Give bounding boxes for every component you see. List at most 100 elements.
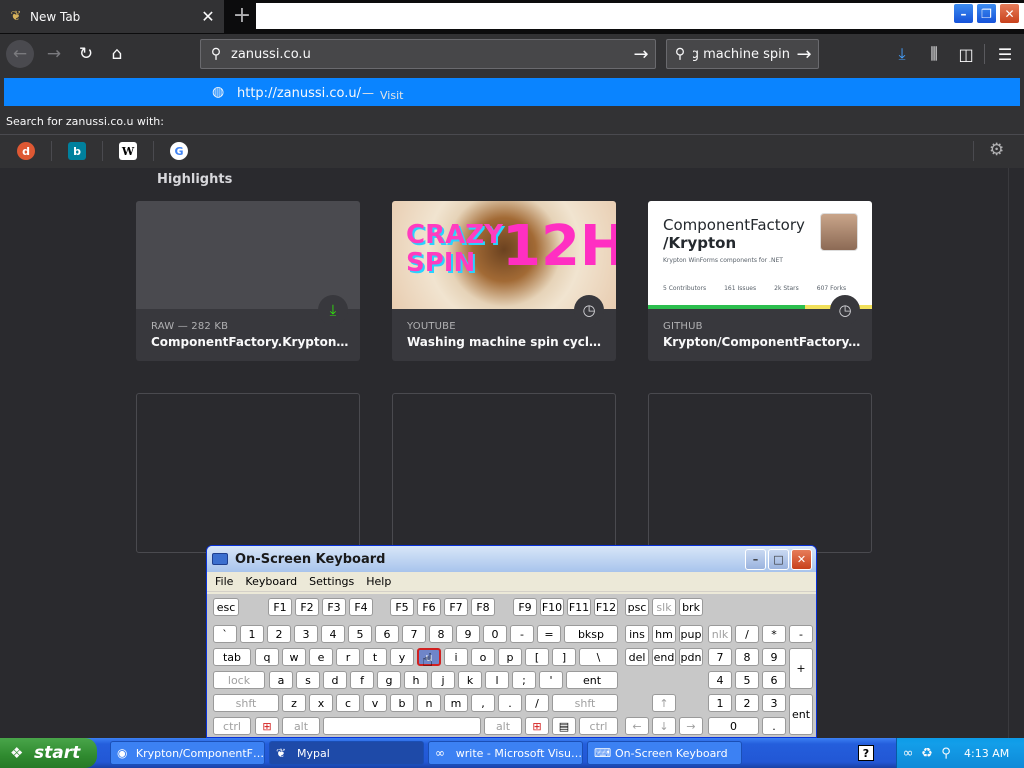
key-h[interactable]: h (404, 671, 428, 689)
key-enter[interactable]: ent (566, 671, 618, 689)
key-numpad-divide[interactable]: / (735, 625, 759, 643)
tray-app-icon[interactable]: ∞ (900, 746, 916, 761)
close-tab-icon[interactable]: ✕ (198, 7, 218, 26)
key-f1[interactable]: F1 (268, 598, 292, 616)
key-numpad-plus[interactable]: + (789, 648, 813, 689)
key-k[interactable]: k (458, 671, 482, 689)
url-input[interactable] (231, 46, 627, 62)
key-lbracket[interactable]: [ (525, 648, 549, 666)
key-numpad-minus[interactable]: - (789, 625, 813, 643)
key-c[interactable]: c (336, 694, 360, 712)
menu-file[interactable]: File (215, 575, 233, 588)
hamburger-menu-icon[interactable]: ☰ (992, 42, 1018, 66)
osk-maximize-button[interactable]: □ (768, 549, 789, 570)
windows-logo-icon[interactable]: ⊞ (525, 717, 549, 735)
context-menu-icon[interactable]: ▤ (552, 717, 576, 735)
google-icon[interactable]: G (170, 142, 188, 160)
search-bar[interactable]: ⚲ → (666, 39, 819, 69)
arrow-left-icon[interactable]: ← (625, 717, 649, 735)
key-f2[interactable]: F2 (295, 598, 319, 616)
key-minus[interactable]: - (510, 625, 534, 643)
windows-logo-icon[interactable]: ⊞ (255, 717, 279, 735)
taskbar-item-osk[interactable]: ⌨ On-Screen Keyboard (587, 741, 742, 765)
key-comma[interactable]: , (471, 694, 495, 712)
key-equals[interactable]: = (537, 625, 561, 643)
key-numpad-6[interactable]: 6 (762, 671, 786, 689)
key-2[interactable]: 2 (267, 625, 291, 643)
key-m[interactable]: m (444, 694, 468, 712)
tray-recycle-icon[interactable]: ♻ (919, 746, 935, 761)
key-3[interactable]: 3 (294, 625, 318, 643)
taskbar-item-visual-studio[interactable]: ∞ write - Microsoft Visu… (428, 741, 583, 765)
key-f5[interactable]: F5 (390, 598, 414, 616)
gear-icon[interactable]: ⚙ (989, 140, 1004, 160)
key-del[interactable]: del (625, 648, 649, 666)
taskbar-item-krypton[interactable]: ◉ Krypton/ComponentF… (110, 741, 265, 765)
key-numpad-1[interactable]: 1 (708, 694, 732, 712)
key-6[interactable]: 6 (375, 625, 399, 643)
key-numpad-5[interactable]: 5 (735, 671, 759, 689)
key-s[interactable]: s (296, 671, 320, 689)
key-numpad-9[interactable]: 9 (762, 648, 786, 666)
key-l[interactable]: l (485, 671, 509, 689)
sidebar-icon[interactable]: ◫ (953, 42, 979, 66)
key-tab[interactable]: tab (213, 648, 251, 666)
key-b[interactable]: b (390, 694, 414, 712)
key-t[interactable]: t (363, 648, 387, 666)
scrollbar[interactable] (1008, 168, 1024, 738)
forward-arrow-icon[interactable]: → (40, 40, 68, 68)
key-rbracket[interactable]: ] (552, 648, 576, 666)
key-slash[interactable]: / (525, 694, 549, 712)
key-f3[interactable]: F3 (322, 598, 346, 616)
osk-close-button[interactable]: ✕ (791, 549, 812, 570)
key-ins[interactable]: ins (625, 625, 649, 643)
key-caps-lock[interactable]: lock (213, 671, 265, 689)
menu-settings[interactable]: Settings (309, 575, 354, 588)
key-right-ctrl[interactable]: ctrl (579, 717, 618, 735)
key-esc[interactable]: esc (213, 598, 239, 616)
key-space[interactable] (323, 717, 481, 735)
library-icon[interactable]: ⫼ (921, 42, 947, 66)
key-r[interactable]: r (336, 648, 360, 666)
key-7[interactable]: 7 (402, 625, 426, 643)
key-slk[interactable]: slk (652, 598, 676, 616)
key-numpad-2[interactable]: 2 (735, 694, 759, 712)
key-backtick[interactable]: ` (213, 625, 237, 643)
key-p[interactable]: p (498, 648, 522, 666)
key-w[interactable]: w (282, 648, 306, 666)
help-icon[interactable]: ? (858, 745, 874, 761)
key-nlk[interactable]: nlk (708, 625, 732, 643)
key-brk[interactable]: brk (679, 598, 703, 616)
key-f7[interactable]: F7 (444, 598, 468, 616)
home-icon[interactable]: ⌂ (103, 40, 131, 68)
key-f11[interactable]: F11 (567, 598, 591, 616)
key-numpad-7[interactable]: 7 (708, 648, 732, 666)
key-pdn[interactable]: pdn (679, 648, 703, 666)
key-g[interactable]: g (377, 671, 401, 689)
key-numpad-3[interactable]: 3 (762, 694, 786, 712)
key-f4[interactable]: F4 (349, 598, 373, 616)
key-numpad-decimal[interactable]: . (762, 717, 786, 735)
highlight-card[interactable]: ComponentFactory /Krypton Krypton WinFor… (648, 201, 872, 361)
key-y[interactable]: y (390, 648, 414, 666)
key-quote[interactable]: ' (539, 671, 563, 689)
key-numpad-enter[interactable]: ent (789, 694, 813, 735)
key-bksp[interactable]: bksp (564, 625, 618, 643)
key-q[interactable]: q (255, 648, 279, 666)
key-x[interactable]: x (309, 694, 333, 712)
key-f[interactable]: f (350, 671, 374, 689)
highlight-card[interactable]: ⤓ RAW — 282 KB ComponentFactory.Krypton.… (136, 201, 360, 361)
key-hm[interactable]: hm (652, 625, 676, 643)
key-z[interactable]: z (282, 694, 306, 712)
key-left-alt[interactable]: alt (282, 717, 320, 735)
key-backslash[interactable]: \ (579, 648, 618, 666)
key-end[interactable]: end (652, 648, 676, 666)
new-tab-button[interactable]: + (230, 3, 254, 29)
arrow-down-icon[interactable]: ↓ (652, 717, 676, 735)
wikipedia-icon[interactable]: W (119, 142, 137, 160)
key-f10[interactable]: F10 (540, 598, 564, 616)
key-a[interactable]: a (269, 671, 293, 689)
key-left-ctrl[interactable]: ctrl (213, 717, 251, 735)
key-f8[interactable]: F8 (471, 598, 495, 616)
menu-keyboard[interactable]: Keyboard (245, 575, 297, 588)
